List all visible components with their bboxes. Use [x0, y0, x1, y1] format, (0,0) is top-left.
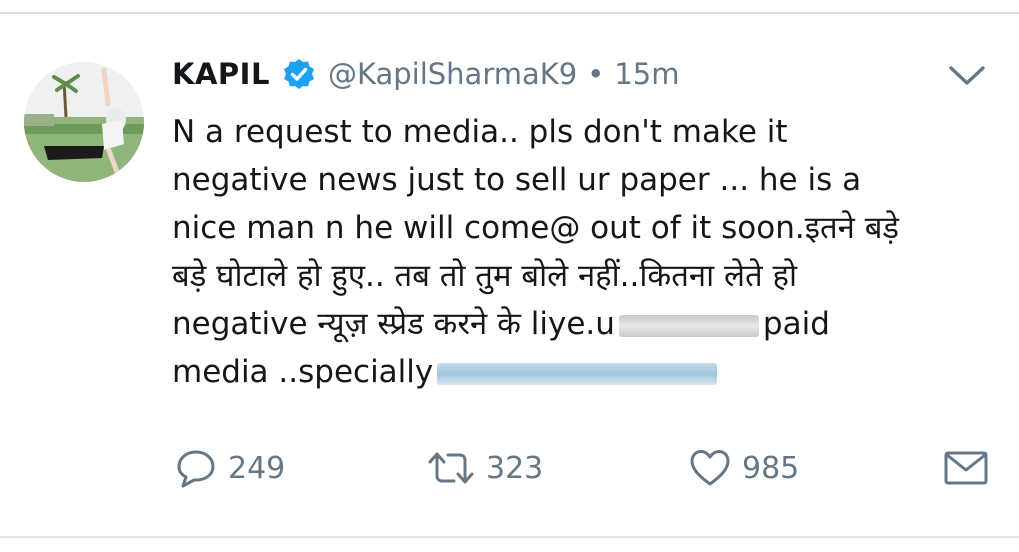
envelope-icon	[942, 446, 990, 490]
display-name[interactable]: KAPIL	[172, 57, 270, 91]
tweet-line-text: negative न्यूज़ स्प्रेड करने के liye.u	[172, 306, 615, 342]
like-count: 985	[742, 450, 800, 486]
tweet-text: N a request to media.. pls don't make it…	[172, 108, 992, 396]
tweet-line: negative news just to sell ur paper ... …	[172, 162, 862, 198]
direct-message-button[interactable]	[942, 440, 990, 496]
reply-count: 249	[228, 450, 286, 486]
reply-icon	[174, 446, 218, 490]
retweet-count: 323	[486, 450, 544, 486]
redacted-mention	[437, 362, 718, 385]
like-button[interactable]: 985	[688, 440, 799, 496]
tweet-line: nice man n he will come@ out of it soon.…	[172, 210, 899, 246]
heart-icon	[688, 446, 732, 490]
retweet-icon	[426, 446, 476, 490]
chevron-down-icon[interactable]	[946, 62, 988, 90]
separator-dot: •	[587, 57, 605, 91]
tweet-line-text: paid	[762, 306, 830, 342]
tweet-line: media ..specially	[172, 348, 992, 396]
avatar[interactable]	[24, 62, 144, 182]
user-handle[interactable]: @KapilSharmaK9	[328, 57, 577, 91]
tweet-header: KAPIL @KapilSharmaK9 • 15m	[172, 52, 679, 96]
redacted-text	[618, 314, 759, 337]
avatar-photo	[24, 62, 144, 182]
top-divider	[0, 12, 1019, 14]
retweet-button[interactable]: 323	[426, 440, 543, 496]
tweet-line-text: media ..specially	[172, 354, 434, 390]
bottom-divider	[0, 536, 1019, 538]
reply-button[interactable]: 249	[174, 440, 285, 496]
verified-badge-icon	[282, 57, 316, 91]
tweet-actions: 249 323 985	[172, 440, 992, 496]
tweet-line: N a request to media.. pls don't make it	[172, 114, 788, 150]
tweet-line: negative न्यूज़ स्प्रेड करने के liye.u pa…	[172, 300, 992, 348]
tweet-line: बड़े घोटाले हो हुए.. तब तो तुम बोले नहीं…	[172, 258, 797, 294]
timestamp[interactable]: 15m	[614, 57, 679, 91]
